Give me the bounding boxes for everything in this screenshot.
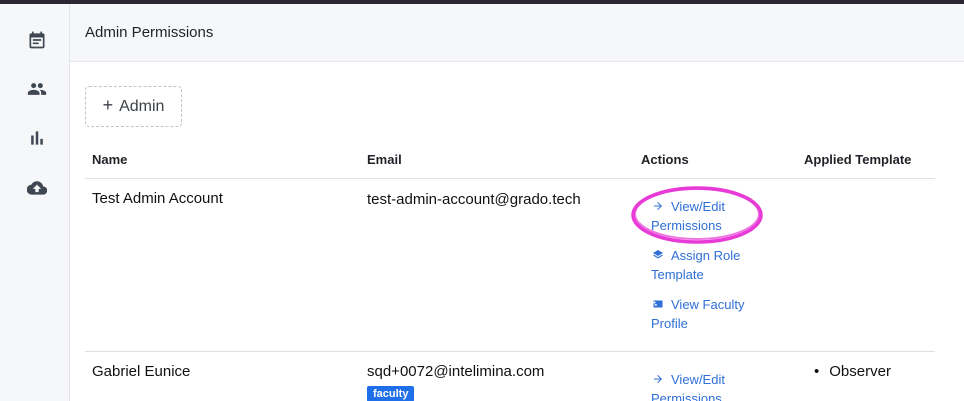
layers-icon [651, 246, 665, 265]
view-faculty-profile-link[interactable]: View Faculty Profile [651, 295, 771, 333]
arrow-right-icon [651, 370, 665, 389]
column-header-email[interactable]: Email [367, 152, 402, 167]
add-admin-label: Admin [119, 97, 165, 115]
arrow-right-icon [651, 197, 665, 216]
action-label-line1: View/Edit [671, 372, 725, 387]
column-header-actions: Actions [641, 152, 689, 167]
view-edit-permissions-link[interactable]: View/Edit Permissions [651, 370, 771, 401]
sidebar [0, 4, 70, 401]
admin-email: sqd+0072@intelimina.com [367, 363, 545, 380]
id-card-icon [651, 295, 665, 314]
row-divider [85, 351, 935, 352]
plus-icon: + [102, 95, 114, 115]
page-header: Admin Permissions [70, 4, 964, 62]
header-divider [85, 178, 935, 179]
page-title: Admin Permissions [85, 24, 214, 41]
cloud-upload-icon[interactable] [25, 176, 49, 200]
calendar-icon[interactable] [25, 28, 49, 52]
action-label-line2: Template [651, 267, 704, 282]
action-label-line1: View Faculty [671, 297, 745, 312]
column-header-applied-template[interactable]: Applied Template [804, 152, 911, 167]
action-label-line1: Assign Role [671, 248, 741, 263]
column-header-name[interactable]: Name [92, 152, 127, 167]
action-label-line2: Profile [651, 316, 688, 331]
people-icon[interactable] [25, 77, 49, 101]
applied-template-item: Observer [814, 363, 891, 380]
role-badge: faculty [367, 386, 415, 401]
add-admin-button[interactable]: + Admin [85, 86, 182, 127]
bar-chart-icon[interactable] [25, 126, 49, 150]
action-label-line1: View/Edit [671, 199, 725, 214]
assign-role-template-link[interactable]: Assign Role Template [651, 246, 771, 284]
admin-name: Test Admin Account [92, 190, 223, 207]
admin-email: test-admin-account@grado.tech [367, 191, 581, 208]
admin-name: Gabriel Eunice [92, 363, 191, 380]
view-edit-permissions-link[interactable]: View/Edit Permissions [651, 197, 771, 235]
action-label-line2: Permissions [651, 391, 722, 401]
action-label-line2: Permissions [651, 218, 722, 233]
